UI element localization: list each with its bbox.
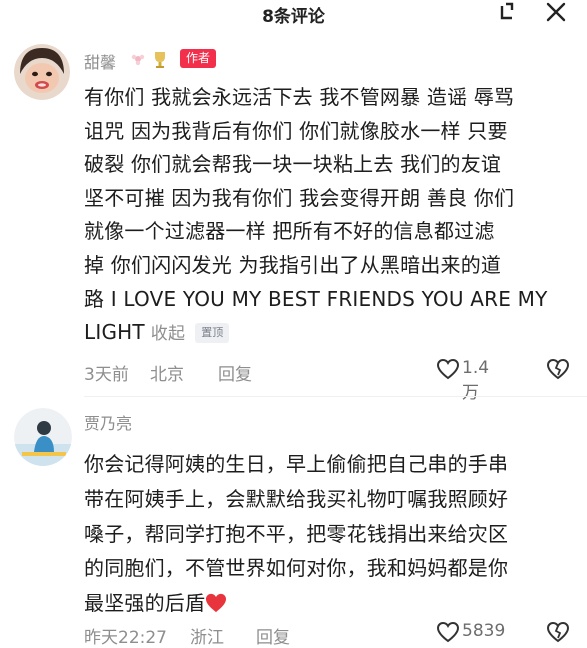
close-icon[interactable] — [541, 0, 571, 26]
comment-line-last: 最坚强的后盾 — [84, 586, 508, 621]
like-count: 5839 — [462, 621, 506, 641]
comment-body: 你会记得阿姨的生日，早上偷偷把自己串的手串 带在阿姨手上，会默默给我买礼物叮嘱我… — [84, 447, 508, 621]
comment-line: 嗓子，帮同学打抱不平，把零花钱捐出来给灾区 — [84, 521, 509, 546]
comment-location: 浙江 — [190, 628, 224, 648]
user-badges — [128, 48, 176, 70]
trophy-icon — [155, 52, 165, 68]
dislike-icon[interactable] — [546, 357, 570, 381]
red-heart-emoji — [206, 594, 227, 613]
comment-time: 3天前 — [84, 365, 129, 385]
comment-time: 昨天22:27 — [84, 628, 167, 648]
comment-line: 坚不可摧 因为我有你们 我会变得开朗 善良 你们 — [84, 185, 515, 210]
flower-icon — [131, 54, 145, 66]
pinned-tag: 置顶 — [195, 323, 230, 344]
comments-header: 8条评论 — [0, 0, 587, 28]
author-badge: 作者 — [180, 49, 217, 68]
comment-location: 北京 — [150, 365, 184, 385]
comment-line: 破裂 你们就会帮我一块一块粘上去 我们的友谊 — [84, 152, 502, 177]
comment-line: 最坚强的后盾 — [84, 591, 206, 616]
comment-line: 路 I LOVE YOU MY BEST FRIENDS YOU ARE MY — [84, 286, 548, 311]
comment-line: 你会记得阿姨的生日，早上偷偷把自己串的手串 — [84, 452, 509, 476]
comment-line: 就像一个过滤器一样 把所有不好的信息都过滤 — [84, 219, 495, 244]
comment-line: 诅咒 因为我背后有你们 你们就像胶水一样 只要 — [84, 118, 508, 143]
comment-line: 掉 你们闪闪发光 为我指引出了从黑暗出来的道 — [84, 252, 502, 277]
dislike-icon[interactable] — [546, 620, 570, 644]
collapse-corner-icon[interactable] — [492, 0, 522, 26]
comment-line-last: LIGHT 收起 置顶 — [84, 316, 547, 352]
comment-line: LIGHT — [84, 320, 145, 345]
comment-divider — [84, 396, 587, 397]
reply-button[interactable]: 回复 — [218, 360, 252, 385]
avatar[interactable] — [14, 44, 70, 100]
username[interactable]: 甜馨 — [84, 49, 116, 73]
avatar[interactable] — [14, 408, 72, 466]
username[interactable]: 贾乃亮 — [84, 410, 132, 434]
comment-line: 带在阿姨手上，会默默给我买礼物叮嘱我照顾好 — [84, 486, 509, 511]
collapse-link[interactable]: 收起 — [151, 324, 185, 344]
comment-body: 有你们 我就会永远活下去 我不管网暴 造谣 辱骂 诅咒 因为我背后有你们 你们就… — [84, 81, 547, 352]
comment-line: 有你们 我就会永远活下去 我不管网暴 造谣 辱骂 — [84, 85, 515, 109]
reply-button[interactable]: 回复 — [256, 623, 290, 648]
heart-outline-icon — [436, 358, 460, 380]
comment-line: 的同胞们，不管世界如何对你，我和妈妈都是你 — [84, 556, 509, 581]
